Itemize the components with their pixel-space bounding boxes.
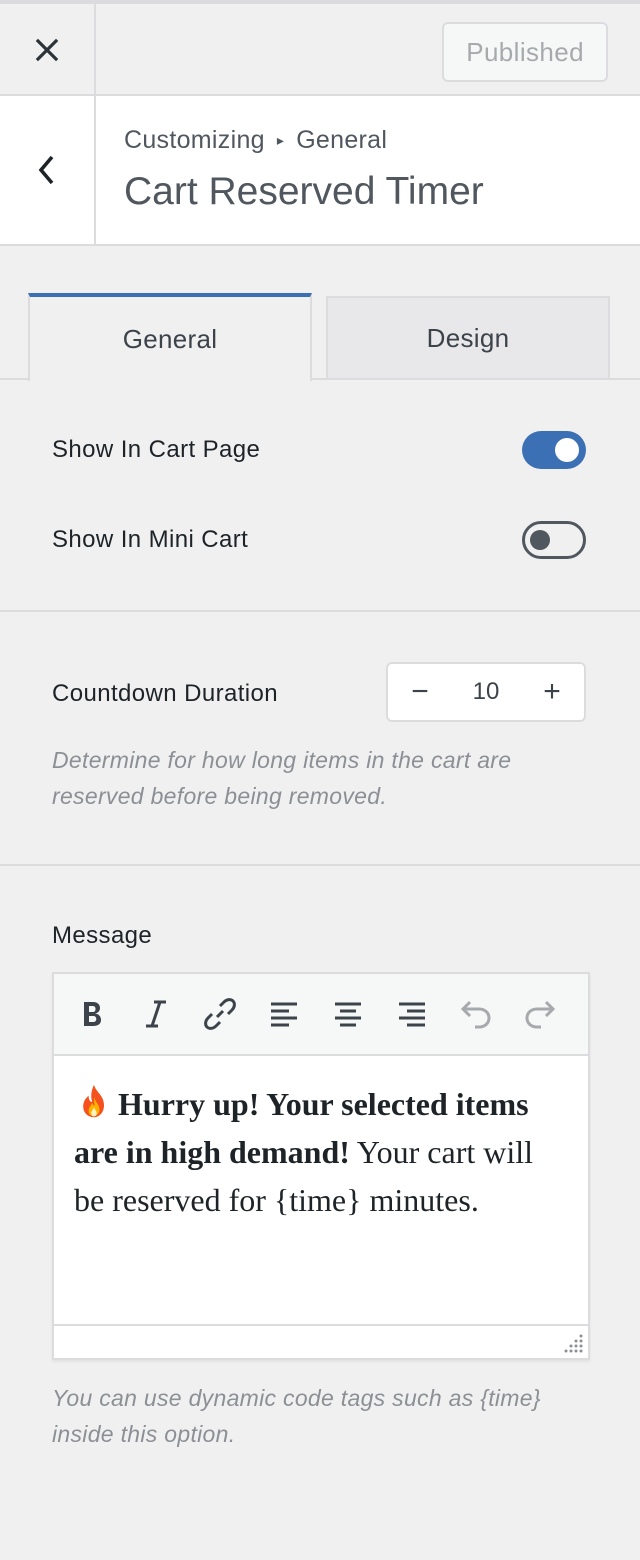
- align-left-button[interactable]: [264, 994, 304, 1034]
- message-help-text: You can use dynamic code tags such as {t…: [52, 1385, 541, 1447]
- decrement-button[interactable]: −: [406, 677, 434, 707]
- message-label: Message: [52, 922, 153, 949]
- countdown-duration-value[interactable]: 10: [473, 678, 500, 706]
- resize-handle-icon[interactable]: [562, 1332, 584, 1354]
- tab-design[interactable]: Design: [326, 296, 610, 378]
- align-right-button[interactable]: [392, 994, 432, 1034]
- align-center-button[interactable]: [328, 994, 368, 1034]
- link-icon: [204, 998, 236, 1030]
- italic-icon: [146, 1000, 166, 1028]
- panel-header: Customizing ▸ General Cart Reserved Time…: [0, 96, 640, 246]
- redo-icon: [525, 1000, 556, 1029]
- undo-icon: [460, 1000, 491, 1029]
- show-in-mini-cart-label: Show In Mini Cart: [52, 526, 249, 553]
- link-button[interactable]: [200, 994, 240, 1034]
- fire-emoji-icon: [83, 1084, 104, 1118]
- countdown-description: Determine for how long items in the cart…: [52, 747, 512, 809]
- undo-button[interactable]: [456, 994, 496, 1034]
- display-options-section: Show In Cart Page Show In Mini Cart: [0, 380, 640, 612]
- align-left-icon: [271, 1002, 297, 1027]
- chevron-left-icon: [38, 155, 54, 185]
- published-button[interactable]: Published: [442, 22, 608, 82]
- align-right-icon: [399, 1002, 425, 1027]
- italic-button[interactable]: [136, 994, 176, 1034]
- editor-statusbar: [54, 1324, 588, 1358]
- align-center-icon: [335, 1002, 361, 1027]
- breadcrumb-root: Customizing: [124, 126, 265, 154]
- panel-title: Cart Reserved Timer: [124, 170, 484, 213]
- bold-button[interactable]: [72, 994, 112, 1034]
- countdown-section: Countdown Duration − 10 + Determine for …: [0, 612, 640, 866]
- bold-icon: [84, 1002, 101, 1026]
- editor-toolbar: [54, 974, 588, 1056]
- tab-bar: General Design: [0, 246, 640, 381]
- countdown-duration-label: Countdown Duration: [52, 680, 279, 707]
- close-button[interactable]: [0, 4, 96, 96]
- editor-content[interactable]: Hurry up! Your selected items are in hig…: [74, 1080, 568, 1224]
- tab-general[interactable]: General: [28, 293, 312, 381]
- customizer-topbar: Published: [0, 0, 640, 96]
- countdown-duration-stepper: − 10 +: [386, 662, 586, 722]
- show-in-mini-cart-toggle[interactable]: [522, 521, 586, 559]
- show-in-cart-page-toggle[interactable]: [522, 431, 586, 469]
- increment-button[interactable]: +: [538, 677, 566, 707]
- back-button[interactable]: [0, 96, 96, 244]
- show-in-cart-page-label: Show In Cart Page: [52, 436, 261, 463]
- toggle-knob: [555, 438, 579, 462]
- breadcrumb: Customizing ▸ General: [124, 126, 387, 155]
- breadcrumb-separator: ▸: [276, 132, 285, 148]
- breadcrumb-section: General: [296, 126, 388, 154]
- close-icon: [35, 38, 59, 62]
- toggle-knob: [530, 530, 550, 550]
- message-editor[interactable]: Hurry up! Your selected items are in hig…: [52, 972, 590, 1360]
- redo-button[interactable]: [520, 994, 560, 1034]
